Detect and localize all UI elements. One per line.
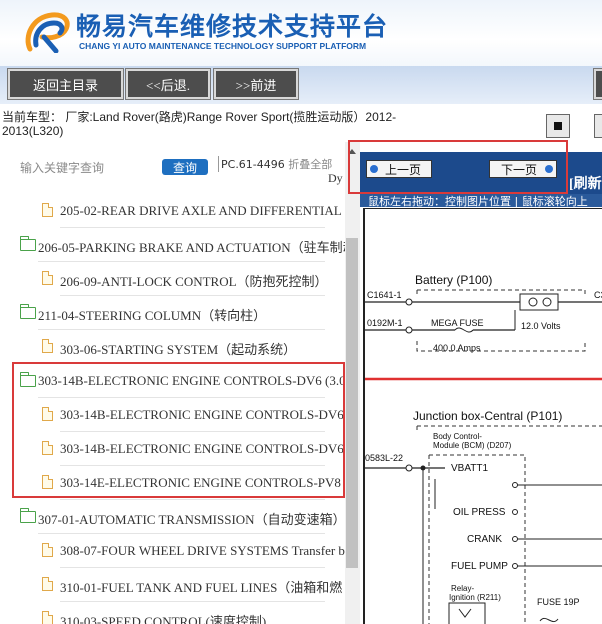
oil-press-label: OIL PRESS: [453, 507, 506, 518]
dy-label: Dy: [328, 171, 343, 185]
tree-item-label: 205-02-REAR DRIVE AXLE AND DIFFERENTIAL: [60, 203, 342, 218]
square-icon: [554, 122, 562, 130]
document-icon: [42, 543, 53, 557]
tree-item[interactable]: 303-14E-ELECTRONIC ENGINE CONTROLS-PV8: [0, 466, 345, 500]
battery-label: Battery (P100): [415, 273, 492, 287]
refresh-link[interactable]: [刷新: [569, 173, 602, 193]
prev-page-button[interactable]: 上一页: [366, 160, 432, 178]
toolbar-overflow-button[interactable]: [594, 69, 602, 99]
folder-open-icon: [20, 372, 36, 387]
drag-hint-text: 鼠标左右拖动：控制图片位置 | 鼠标滚轮向上: [368, 195, 588, 208]
home-menu-button[interactable]: 返回主目录: [8, 69, 123, 99]
c0583-label: 0583L-22: [365, 453, 403, 463]
tree-item[interactable]: 303-14B-ELECTRONIC ENGINE CONTROLS-DV6: [0, 398, 345, 432]
fuel-pump-label: FUEL PUMP: [451, 561, 508, 572]
prev-arrow-icon: [370, 165, 378, 173]
relay-label: Relay-: [451, 584, 474, 593]
current-vehicle-label: 当前车型： 厂家:Land Rover(路虎)Range Rover Sport…: [2, 110, 397, 138]
toggle-panel-button[interactable]: [546, 114, 570, 138]
tree-item-label: 211-04-STEERING COLUMN（转向柱）: [38, 308, 267, 323]
tree-item[interactable]: 303-14B-ELECTRONIC ENGINE CONTROLS-DV6 (…: [0, 364, 345, 398]
hint-bar: 鼠标左右拖动：控制图片位置 | 鼠标滚轮向上: [360, 194, 602, 208]
next-page-label: 下一页: [500, 162, 537, 177]
keyword-search-input[interactable]: [18, 157, 162, 179]
tree-item[interactable]: 307-01-AUTOMATIC TRANSMISSION（自动变速箱）: [0, 500, 345, 534]
tree-item[interactable]: 310-03-SPEED CONTROL(速度控制): [0, 602, 345, 624]
next-arrow-icon: [545, 165, 553, 173]
prev-page-label: 上一页: [384, 162, 421, 177]
folder-icon: [20, 304, 36, 319]
crank-label: CRANK: [467, 534, 502, 545]
tree-item-label: 303-06-STARTING SYSTEM（起动系统）: [60, 342, 297, 357]
vbatt-label: VBATT1: [451, 463, 488, 474]
tree-item[interactable]: 211-04-STEERING COLUMN（转向柱）: [0, 296, 345, 330]
tree-item[interactable]: 206-09-ANTI-LOCK CONTROL（防抱死控制）: [0, 262, 345, 296]
catalog-tree-panel: 查询 PC.61-4496 折叠全部 Dy 205-02-REAR DRIVE …: [0, 142, 345, 624]
wiring-diagram[interactable]: Battery (P100) C1641-1 C3 12.0 Volts 019…: [363, 208, 602, 624]
diagram-viewer: 上一页 下一页 [刷新 鼠标左右拖动：控制图片位置 | 鼠标滚轮向上 Batte…: [360, 142, 602, 624]
document-icon: [42, 611, 53, 624]
tree-item-label: 303-14B-ELECTRONIC ENGINE CONTROLS-DV6: [60, 407, 344, 422]
folder-icon: [20, 508, 36, 523]
bcm-label-2: Module (BCM) (D207): [433, 441, 512, 450]
tree-item-label: 310-01-FUEL TANK AND FUEL LINES（油箱和燃: [60, 580, 343, 595]
folder-icon: [20, 236, 36, 251]
tree-item-label: 303-14E-ELECTRONIC ENGINE CONTROLS-PV8: [60, 475, 341, 490]
app-header: 畅易汽车维修技术支持平台 CHANG YI AUTO MAINTENANCE T…: [0, 0, 602, 66]
tree-item[interactable]: 310-01-FUEL TANK AND FUEL LINES（油箱和燃: [0, 568, 345, 602]
app-subtitle: CHANG YI AUTO MAINTENANCE TECHNOLOGY SUP…: [79, 41, 367, 51]
collapse-all-link[interactable]: 折叠全部: [288, 158, 332, 171]
vehicle-info-bar: 当前车型： 厂家:Land Rover(路虎)Range Rover Sport…: [0, 104, 602, 142]
wiring-diagram-svg: Battery (P100) C1641-1 C3 12.0 Volts 019…: [365, 273, 602, 624]
document-icon: [42, 441, 53, 455]
document-icon: [42, 203, 53, 217]
tree-item[interactable]: 303-14B-ELECTRONIC ENGINE CONTROLS-DV6: [0, 432, 345, 466]
pager-bar: 上一页 下一页 [刷新: [360, 152, 602, 194]
pc-code: PC.61-4496: [221, 158, 285, 171]
volts-label: 12.0 Volts: [521, 321, 561, 331]
c0192-label: 0192M-1: [367, 318, 403, 328]
search-button[interactable]: 查询: [162, 159, 208, 175]
logo-icon: [25, 12, 70, 53]
scroll-up-icon[interactable]: [348, 149, 356, 154]
document-icon: [42, 271, 53, 285]
document-icon: [42, 339, 53, 353]
bcm-label: Body Control-: [433, 432, 482, 441]
tree-item-label: 303-14B-ELECTRONIC ENGINE CONTROLS-DV6: [60, 441, 344, 456]
mega-fuse-label: MEGA FUSE: [431, 318, 484, 328]
search-row: 查询 PC.61-4496 折叠全部 Dy: [0, 142, 345, 185]
tree-item-label: 303-14B-ELECTRONIC ENGINE CONTROLS-DV6 (…: [38, 373, 345, 388]
tree-item[interactable]: 303-06-STARTING SYSTEM（起动系统）: [0, 330, 345, 364]
back-button[interactable]: <<后退.: [126, 69, 210, 99]
c3-label: C3: [594, 290, 602, 300]
scroll-thumb[interactable]: [346, 238, 358, 568]
document-icon: [42, 577, 53, 591]
tree-item-label: 206-05-PARKING BRAKE AND ACTUATION（驻车制动: [38, 240, 345, 255]
app-title: 畅易汽车维修技术支持平台: [76, 12, 389, 41]
document-icon: [42, 407, 53, 421]
c1641-label: C1641-1: [367, 290, 402, 300]
tree-item[interactable]: 205-02-REAR DRIVE AXLE AND DIFFERENTIAL: [0, 194, 345, 228]
next-page-button[interactable]: 下一页: [489, 160, 557, 178]
document-icon: [42, 475, 53, 489]
tree-item[interactable]: 308-07-FOUR WHEEL DRIVE SYSTEMS Transfer…: [0, 534, 345, 568]
tree-item-label: 308-07-FOUR WHEEL DRIVE SYSTEMS Transfer…: [60, 543, 345, 558]
ignition-label: Ignition (R211): [449, 593, 501, 602]
nav-toolbar: 返回主目录 <<后退. >>前进: [0, 66, 602, 104]
panel-option-button[interactable]: [594, 114, 602, 138]
tree-item[interactable]: 206-05-PARKING BRAKE AND ACTUATION（驻车制动: [0, 228, 345, 262]
fuse-19p-label: FUSE 19P: [537, 597, 580, 607]
pc-code-label: PC.61-4496 折叠全部: [218, 156, 332, 172]
tree-item-label: 307-01-AUTOMATIC TRANSMISSION（自动变速箱）: [38, 512, 345, 527]
tree-scrollbar[interactable]: [345, 142, 360, 624]
tree-item-label: 206-09-ANTI-LOCK CONTROL（防抱死控制）: [60, 274, 328, 289]
forward-button[interactable]: >>前进: [214, 69, 298, 99]
tree-item-label: 310-03-SPEED CONTROL(速度控制): [60, 614, 267, 624]
junction-label: Junction box-Central (P101): [413, 409, 562, 423]
